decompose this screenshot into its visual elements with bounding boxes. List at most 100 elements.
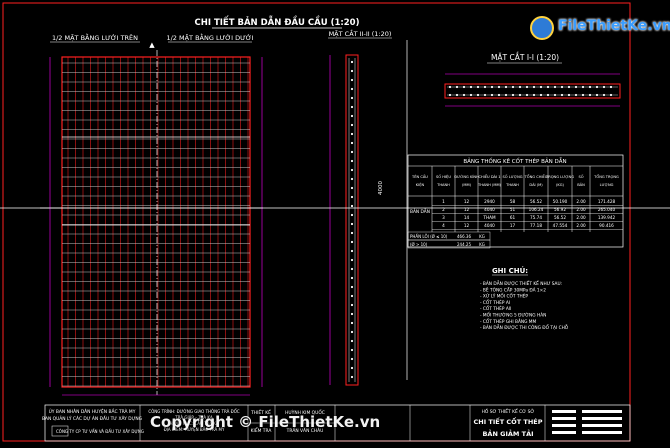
rebar-dot <box>448 85 452 89</box>
rebar-dot <box>350 321 354 325</box>
table-header: TỔNG TRỌNG <box>593 174 619 179</box>
rebar-dot <box>504 93 508 97</box>
table-cell: 14 <box>464 215 470 220</box>
table-cell: 2.00 <box>576 207 586 212</box>
table-header: TRỌNG LƯỢNG <box>545 175 574 179</box>
table-header: THANH <box>505 183 519 187</box>
totals-unit: KG <box>479 234 485 239</box>
rebar-dot <box>350 330 354 334</box>
rebar-dot <box>560 85 564 89</box>
table-cell: 106.24 <box>529 207 544 212</box>
table-cell: 4 <box>442 223 445 228</box>
rebar-dot <box>553 93 557 97</box>
plan-view[interactable] <box>40 50 263 396</box>
main-title: CHI TIẾT BẢN DẪN ĐẦU CẦU (1:20) <box>195 15 360 28</box>
rebar-dot <box>350 285 354 289</box>
table-cell: 50.190 <box>553 199 568 204</box>
rebar-dot <box>350 231 354 235</box>
rebar-dot <box>350 114 354 118</box>
rebar-dot <box>350 132 354 136</box>
table-cell: 2 <box>442 207 445 212</box>
table-header: TỔNG CHIỀU <box>524 174 548 179</box>
table-cell: 139.942 <box>598 215 616 220</box>
section-ii-view[interactable]: 4000 <box>329 54 384 386</box>
rebar-dot <box>350 249 354 253</box>
rebar-mesh <box>62 57 250 387</box>
rebar-dot <box>595 93 599 97</box>
rebar-dot <box>476 85 480 89</box>
rebar-dot <box>609 93 613 97</box>
vertical-dimension-text: 4000 <box>378 181 384 195</box>
rebar-dot <box>532 85 536 89</box>
rebar-dot <box>532 93 536 97</box>
rebar-dot <box>350 195 354 199</box>
section-i-view[interactable] <box>444 73 621 107</box>
table-cell: 2.00 <box>576 223 586 228</box>
table-cell: 2940 <box>484 199 495 204</box>
table-cell: 17 <box>510 223 516 228</box>
rebar-dot <box>574 93 578 97</box>
rebar-dot <box>350 177 354 181</box>
client-line-1: ỦY BAN NHÂN DÂN HUYỆN BẮC TRÀ MY <box>49 407 136 415</box>
title-block-bar <box>582 424 622 427</box>
rebar-dot <box>539 93 543 97</box>
rebar-dot <box>595 85 599 89</box>
table-header: (MM) <box>462 183 472 187</box>
table-cell: 171.428 <box>598 199 616 204</box>
table-cell: 4040 <box>484 207 495 212</box>
rebar-dot <box>567 93 571 97</box>
table-cell: 90.416 <box>599 223 614 228</box>
title-block-bar <box>552 417 576 420</box>
copyright-watermark: Copyright © FileThietKe.vn <box>150 413 381 431</box>
table-header: THANH (MM) <box>477 183 501 187</box>
rebar-dot <box>511 85 515 89</box>
rebar-dot <box>350 204 354 208</box>
totals-label: PHẦN LÕI (Ø ≤ 10) <box>410 234 448 239</box>
rebar-dot <box>350 159 354 163</box>
rebar-dot <box>560 93 564 97</box>
rebar-dot <box>539 85 543 89</box>
rebar-dot <box>350 123 354 127</box>
watermark-logo: FileThietKe.vn <box>530 14 670 42</box>
note-line: - BẢN DẪN ĐƯỢC THIẾT KẾ NHƯ SAU: <box>480 279 562 287</box>
rebar-dot <box>350 366 354 370</box>
watermark-logo-icon <box>530 16 554 40</box>
table-header: BẢN <box>577 182 585 187</box>
rebar-dot <box>469 85 473 89</box>
table-cell: 12 <box>464 223 470 228</box>
section-ii-outline <box>345 54 359 386</box>
rebar-dot <box>350 60 354 64</box>
rebar-dot <box>588 93 592 97</box>
rebar-dot <box>350 105 354 109</box>
rebar-dot <box>350 222 354 226</box>
table-header: SỐ HIỆU <box>436 174 451 179</box>
rebar-dot <box>350 87 354 91</box>
rebar-dot <box>581 93 585 97</box>
totals-label: (Ø > 10) <box>410 242 428 247</box>
cad-drawing-viewport[interactable]: CHI TIẾT BẢN DẪN ĐẦU CẦU (1:20) 1/2 MẶT … <box>0 0 670 448</box>
title-block-bar <box>582 431 622 434</box>
rebar-dot <box>455 93 459 97</box>
rebar-dot <box>350 375 354 379</box>
table-cell: THAM <box>482 215 496 220</box>
rebar-dot <box>350 357 354 361</box>
section-ii-label: MẶT CẮT II-II (1:20) <box>329 28 392 38</box>
table-header: LƯỢNG <box>600 183 614 187</box>
table-header: (KG) <box>556 183 565 187</box>
rebar-dot <box>511 93 515 97</box>
plan-left-label: 1/2 MẶT BẰNG LƯỚI TRÊN <box>52 32 138 42</box>
table-cell: 12 <box>464 207 470 212</box>
rebar-dot <box>497 85 501 89</box>
table-header: SỐ <box>578 174 583 179</box>
cad-canvas[interactable]: CHI TIẾT BẢN DẪN ĐẦU CẦU (1:20) 1/2 MẶT … <box>0 0 670 448</box>
table-cell: 4040 <box>484 223 495 228</box>
title-block-bar <box>552 424 576 427</box>
rebar-dot <box>350 78 354 82</box>
slab-outline <box>61 56 251 388</box>
table-cell: 58 <box>510 199 516 204</box>
rebar-table[interactable]: BẢNG THỐNG KÊ CỐT THÉP BẢN DẪN TÊN CẤU KI… <box>407 154 624 249</box>
rebar-dot <box>350 312 354 316</box>
table-cell: 265.040 <box>598 207 616 212</box>
rebar-dot <box>462 93 466 97</box>
table-header: ĐƯỜNG KÍNH <box>454 174 479 179</box>
